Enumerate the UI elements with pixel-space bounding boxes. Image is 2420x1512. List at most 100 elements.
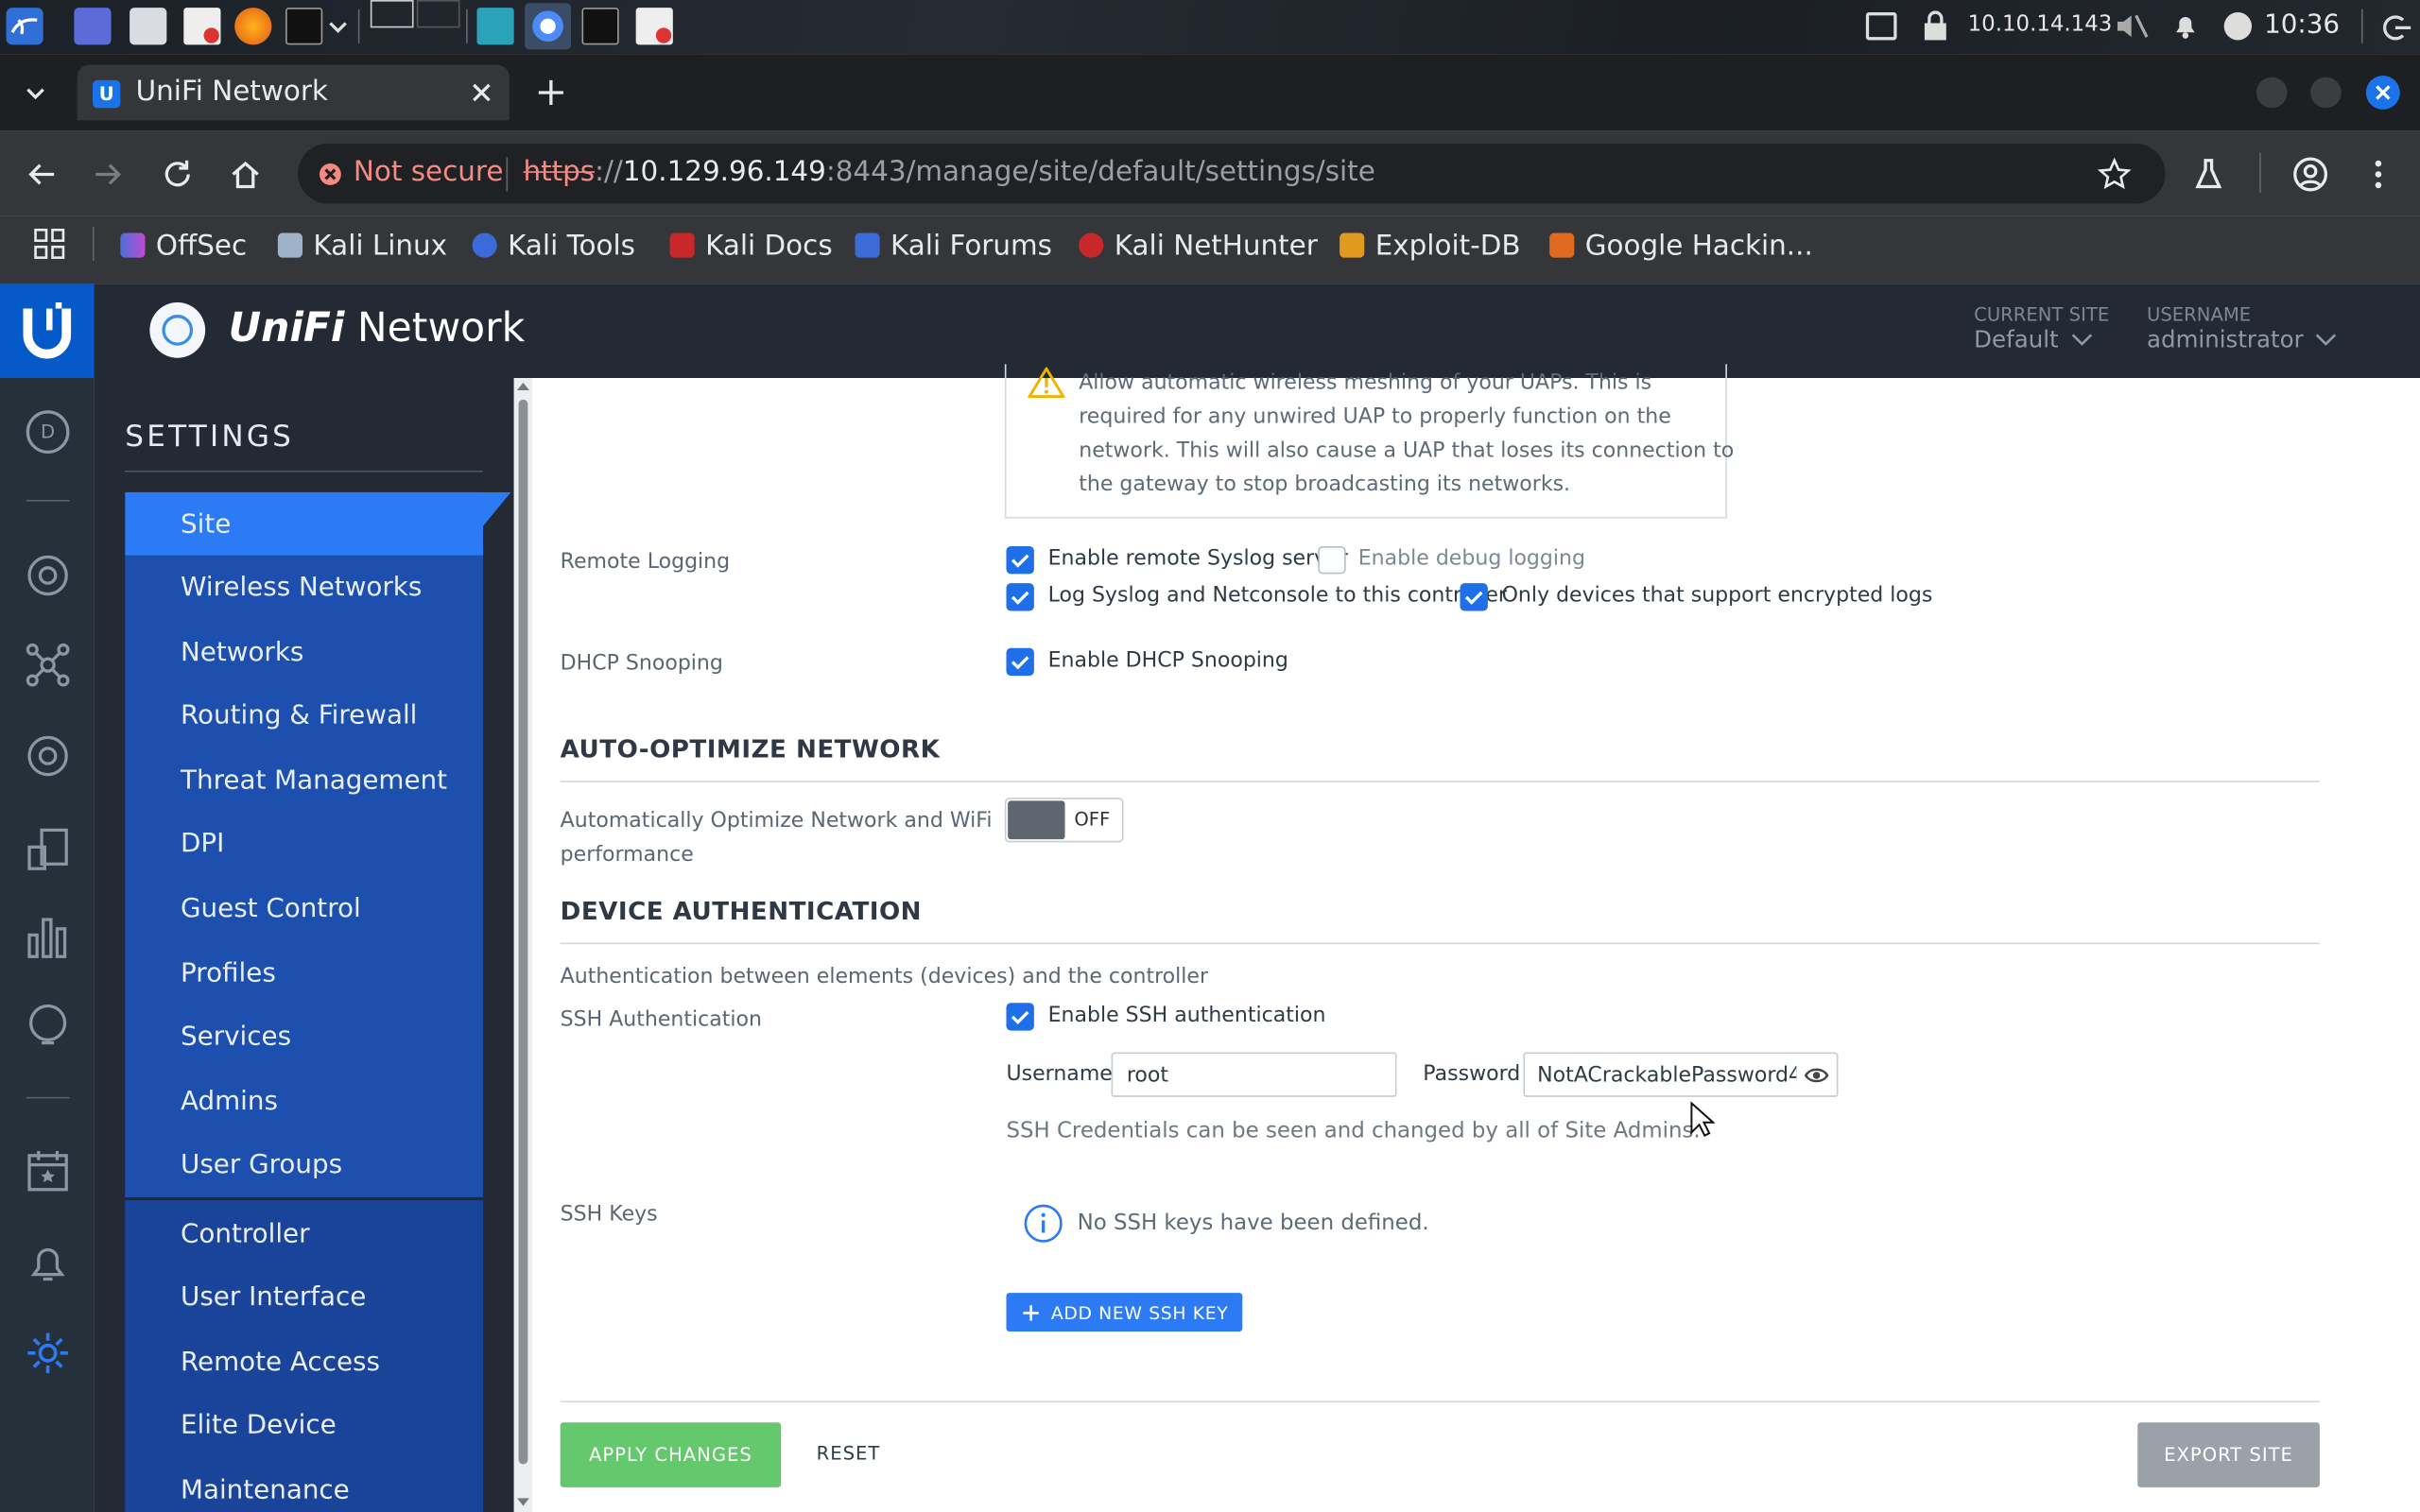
ubiquiti-logo[interactable] bbox=[0, 284, 95, 378]
forward-icon[interactable] bbox=[91, 158, 125, 192]
bell-icon[interactable] bbox=[2170, 10, 2202, 42]
scrollbar-thumb[interactable] bbox=[518, 399, 528, 1465]
tab-list-chevron-icon[interactable] bbox=[19, 77, 53, 109]
topology-icon[interactable] bbox=[25, 642, 71, 688]
power-manager-icon[interactable] bbox=[2223, 12, 2253, 41]
browser-tab[interactable]: U UniFi Network bbox=[77, 64, 510, 121]
address-bar[interactable]: Not secure https://10.129.96.149:8443/ma… bbox=[298, 143, 2166, 204]
nav-item-remote-access[interactable]: Remote Access bbox=[125, 1330, 483, 1393]
ssh-username-input[interactable]: root bbox=[1111, 1052, 1397, 1097]
nav-item-dpi[interactable]: DPI bbox=[125, 812, 483, 875]
events-calendar-icon[interactable] bbox=[25, 1148, 71, 1194]
url-text[interactable]: https://10.129.96.149:8443/manage/site/d… bbox=[523, 156, 1374, 188]
bookmark-offsec[interactable]: OffSec bbox=[120, 225, 247, 265]
devices-icon[interactable] bbox=[25, 733, 71, 780]
home-icon[interactable] bbox=[229, 158, 263, 192]
enable-ssh-checkbox[interactable] bbox=[1006, 1003, 1034, 1031]
bookmark-kali-docs[interactable]: Kali Docs bbox=[669, 225, 833, 265]
ssh-password-input[interactable]: NotACrackablePassword4U2 bbox=[1523, 1052, 1839, 1097]
new-tab-icon[interactable] bbox=[536, 77, 567, 109]
kali-menu-icon[interactable] bbox=[6, 8, 43, 45]
bookmark-exploit-db[interactable]: Exploit-DB bbox=[1340, 225, 1521, 265]
enable-syslog-checkbox[interactable] bbox=[1006, 545, 1034, 575]
not-secure-icon[interactable] bbox=[319, 163, 341, 185]
window-maximize-button[interactable] bbox=[2310, 77, 2342, 109]
apps-grid-icon[interactable] bbox=[34, 228, 65, 260]
workspace-2[interactable] bbox=[416, 0, 460, 28]
window-minimize-button[interactable] bbox=[2256, 77, 2288, 109]
chromium-task-icon[interactable] bbox=[525, 3, 572, 50]
nav-item-wireless-networks[interactable]: Wireless Networks bbox=[125, 556, 483, 619]
settings-gear-icon[interactable] bbox=[25, 1330, 71, 1376]
labs-flask-icon[interactable] bbox=[2191, 158, 2225, 192]
enable-ssh-label[interactable]: Enable SSH authentication bbox=[1048, 1003, 1326, 1027]
log-netconsole-checkbox[interactable] bbox=[1006, 583, 1034, 611]
bookmark-kali-linux[interactable]: Kali Linux bbox=[277, 225, 447, 265]
enable-debug-checkbox[interactable] bbox=[1318, 545, 1346, 575]
nav-item-user-interface[interactable]: User Interface bbox=[125, 1265, 483, 1329]
export-site-button[interactable]: EXPORT SITE bbox=[2137, 1422, 2320, 1487]
profile-icon[interactable] bbox=[2291, 156, 2328, 193]
vpn-lock-icon[interactable] bbox=[1922, 10, 1949, 42]
logout-icon[interactable] bbox=[2381, 12, 2412, 43]
desktop-icon[interactable] bbox=[74, 8, 112, 45]
workspace-1[interactable] bbox=[370, 0, 414, 28]
auto-optimize-toggle[interactable]: OFF bbox=[1004, 798, 1124, 843]
text-editor-icon[interactable] bbox=[183, 8, 221, 45]
nav-item-admins[interactable]: Admins bbox=[125, 1069, 483, 1132]
back-icon[interactable] bbox=[25, 158, 59, 192]
user-menu[interactable]: USERNAME administrator bbox=[2147, 304, 2363, 353]
nav-item-maintenance[interactable]: Maintenance bbox=[125, 1458, 483, 1512]
only-encrypted-checkbox[interactable] bbox=[1460, 583, 1488, 611]
firefox-icon[interactable] bbox=[234, 8, 272, 45]
file-manager-icon[interactable] bbox=[130, 8, 167, 45]
nav-item-controller[interactable]: Controller bbox=[125, 1202, 483, 1265]
security-label[interactable]: Not secure bbox=[354, 156, 504, 188]
reload-icon[interactable] bbox=[161, 158, 195, 192]
reset-button[interactable]: RESET bbox=[817, 1443, 881, 1465]
bookmark-kali-forums[interactable]: Kali Forums bbox=[855, 225, 1052, 265]
alerts-bell-icon[interactable] bbox=[25, 1239, 71, 1285]
nav-item-networks[interactable]: Networks bbox=[125, 620, 483, 683]
terminal-task-icon[interactable] bbox=[581, 8, 619, 45]
enable-syslog-label[interactable]: Enable remote Syslog server bbox=[1048, 546, 1348, 571]
show-password-eye-icon[interactable] bbox=[1804, 1066, 1829, 1085]
clients-icon[interactable] bbox=[25, 825, 71, 871]
nav-item-user-groups[interactable]: User Groups bbox=[125, 1132, 483, 1195]
insights-icon[interactable] bbox=[25, 914, 71, 960]
nav-item-elite-device[interactable]: Elite Device bbox=[125, 1393, 483, 1456]
nav-item-profiles[interactable]: Profiles bbox=[125, 941, 483, 1005]
app-lightning-icon[interactable] bbox=[476, 8, 514, 45]
bookmark-kali-nethunter[interactable]: Kali NetHunter bbox=[1079, 225, 1318, 265]
apply-changes-button[interactable]: APPLY CHANGES bbox=[560, 1422, 782, 1487]
scroll-down-icon[interactable] bbox=[516, 1498, 529, 1507]
scroll-up-icon[interactable] bbox=[516, 381, 529, 391]
nav-item-services[interactable]: Services bbox=[125, 1005, 483, 1068]
tab-close-icon[interactable] bbox=[469, 80, 493, 105]
current-site-selector[interactable]: CURRENT SITE Default bbox=[1974, 304, 2128, 353]
idea-bulb-icon[interactable] bbox=[25, 1003, 71, 1049]
add-ssh-key-button[interactable]: ADD NEW SSH KEY bbox=[1006, 1293, 1243, 1332]
editor-task-icon[interactable] bbox=[635, 8, 673, 45]
display-icon[interactable] bbox=[1865, 12, 1897, 41]
nav-item-site[interactable]: Site bbox=[125, 491, 511, 556]
log-netconsole-label[interactable]: Log Syslog and Netconsole to this contro… bbox=[1048, 583, 1507, 608]
enable-dhcp-checkbox[interactable] bbox=[1006, 647, 1034, 677]
nav-item-guest-control[interactable]: Guest Control bbox=[125, 876, 483, 939]
mute-icon[interactable] bbox=[2115, 10, 2149, 42]
statistics-icon[interactable] bbox=[25, 552, 71, 598]
chevron-down-icon[interactable] bbox=[327, 8, 349, 44]
nav-item-routing-firewall[interactable]: Routing & Firewall bbox=[125, 683, 483, 747]
bookmark-google-hacking[interactable]: Google Hackin... bbox=[1549, 225, 1813, 265]
bookmark-kali-tools[interactable]: Kali Tools bbox=[472, 225, 635, 265]
dashboard-icon[interactable]: D bbox=[26, 410, 70, 454]
browser-menu-icon[interactable] bbox=[2361, 156, 2395, 193]
enable-debug-label[interactable]: Enable debug logging bbox=[1358, 546, 1585, 571]
nav-item-threat-management[interactable]: Threat Management bbox=[125, 748, 483, 812]
only-encrypted-label[interactable]: Only devices that support encrypted logs bbox=[1502, 583, 1933, 608]
enable-dhcp-label[interactable]: Enable DHCP Snooping bbox=[1048, 648, 1288, 673]
content-scrollbar[interactable] bbox=[513, 377, 533, 1512]
bookmark-star-icon[interactable] bbox=[2097, 157, 2132, 192]
window-close-button[interactable] bbox=[2365, 76, 2400, 110]
terminal-icon[interactable] bbox=[285, 8, 323, 45]
